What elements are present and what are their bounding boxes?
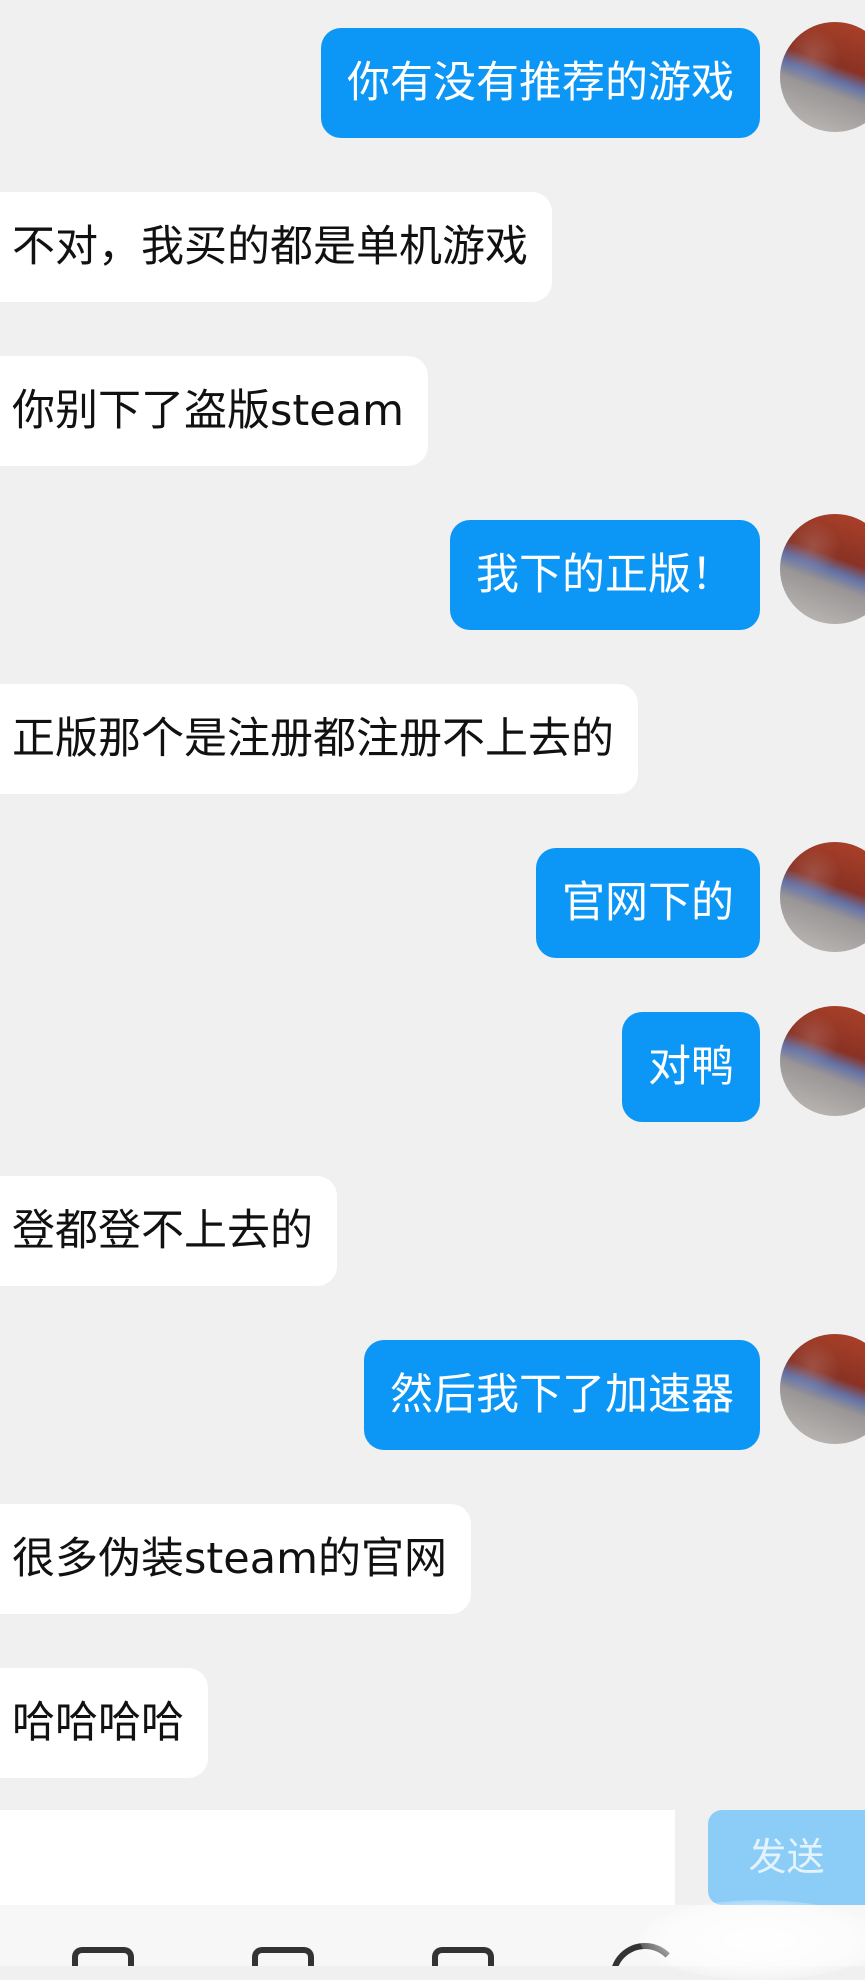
message-bubble-incoming[interactable]: 正版那个是注册都注册不上去的 [0, 684, 638, 794]
message-bubble-outgoing[interactable]: 对鸭 [622, 1012, 760, 1122]
message-bubble-incoming[interactable]: 不对，我买的都是单机游戏 [0, 192, 552, 302]
message-bubble-outgoing[interactable]: 我下的正版！ [450, 520, 760, 630]
mail-icon[interactable] [432, 1947, 494, 1966]
user-avatar[interactable] [780, 514, 865, 624]
message-bubble-outgoing[interactable]: 你有没有推荐的游戏 [321, 28, 760, 138]
message-bubble-incoming[interactable]: 很多伪装steam的官网 [0, 1504, 471, 1614]
message-bubble-outgoing[interactable]: 官网下的 [536, 848, 760, 958]
blur-overlay [640, 1900, 865, 1980]
user-avatar[interactable] [780, 22, 865, 132]
send-button[interactable]: 发送 [708, 1810, 865, 1905]
message-bubble-incoming[interactable]: 登都登不上去的 [0, 1176, 337, 1286]
picture-icon[interactable] [72, 1947, 134, 1966]
message-bubble-incoming[interactable]: 你别下了盗版steam [0, 356, 428, 466]
user-avatar[interactable] [780, 1334, 865, 1444]
message-list[interactable]: 你有没有推荐的游戏 不对，我买的都是单机游戏 你别下了盗版steam 我下的正版… [0, 0, 865, 1805]
message-bubble-outgoing[interactable]: 然后我下了加速器 [364, 1340, 760, 1450]
image-icon[interactable] [252, 1947, 314, 1966]
user-avatar[interactable] [780, 842, 865, 952]
composer-bar: 发送 [0, 1805, 865, 1905]
message-bubble-incoming[interactable]: 哈哈哈哈 [0, 1668, 208, 1778]
message-input[interactable] [0, 1810, 675, 1905]
user-avatar[interactable] [780, 1006, 865, 1116]
